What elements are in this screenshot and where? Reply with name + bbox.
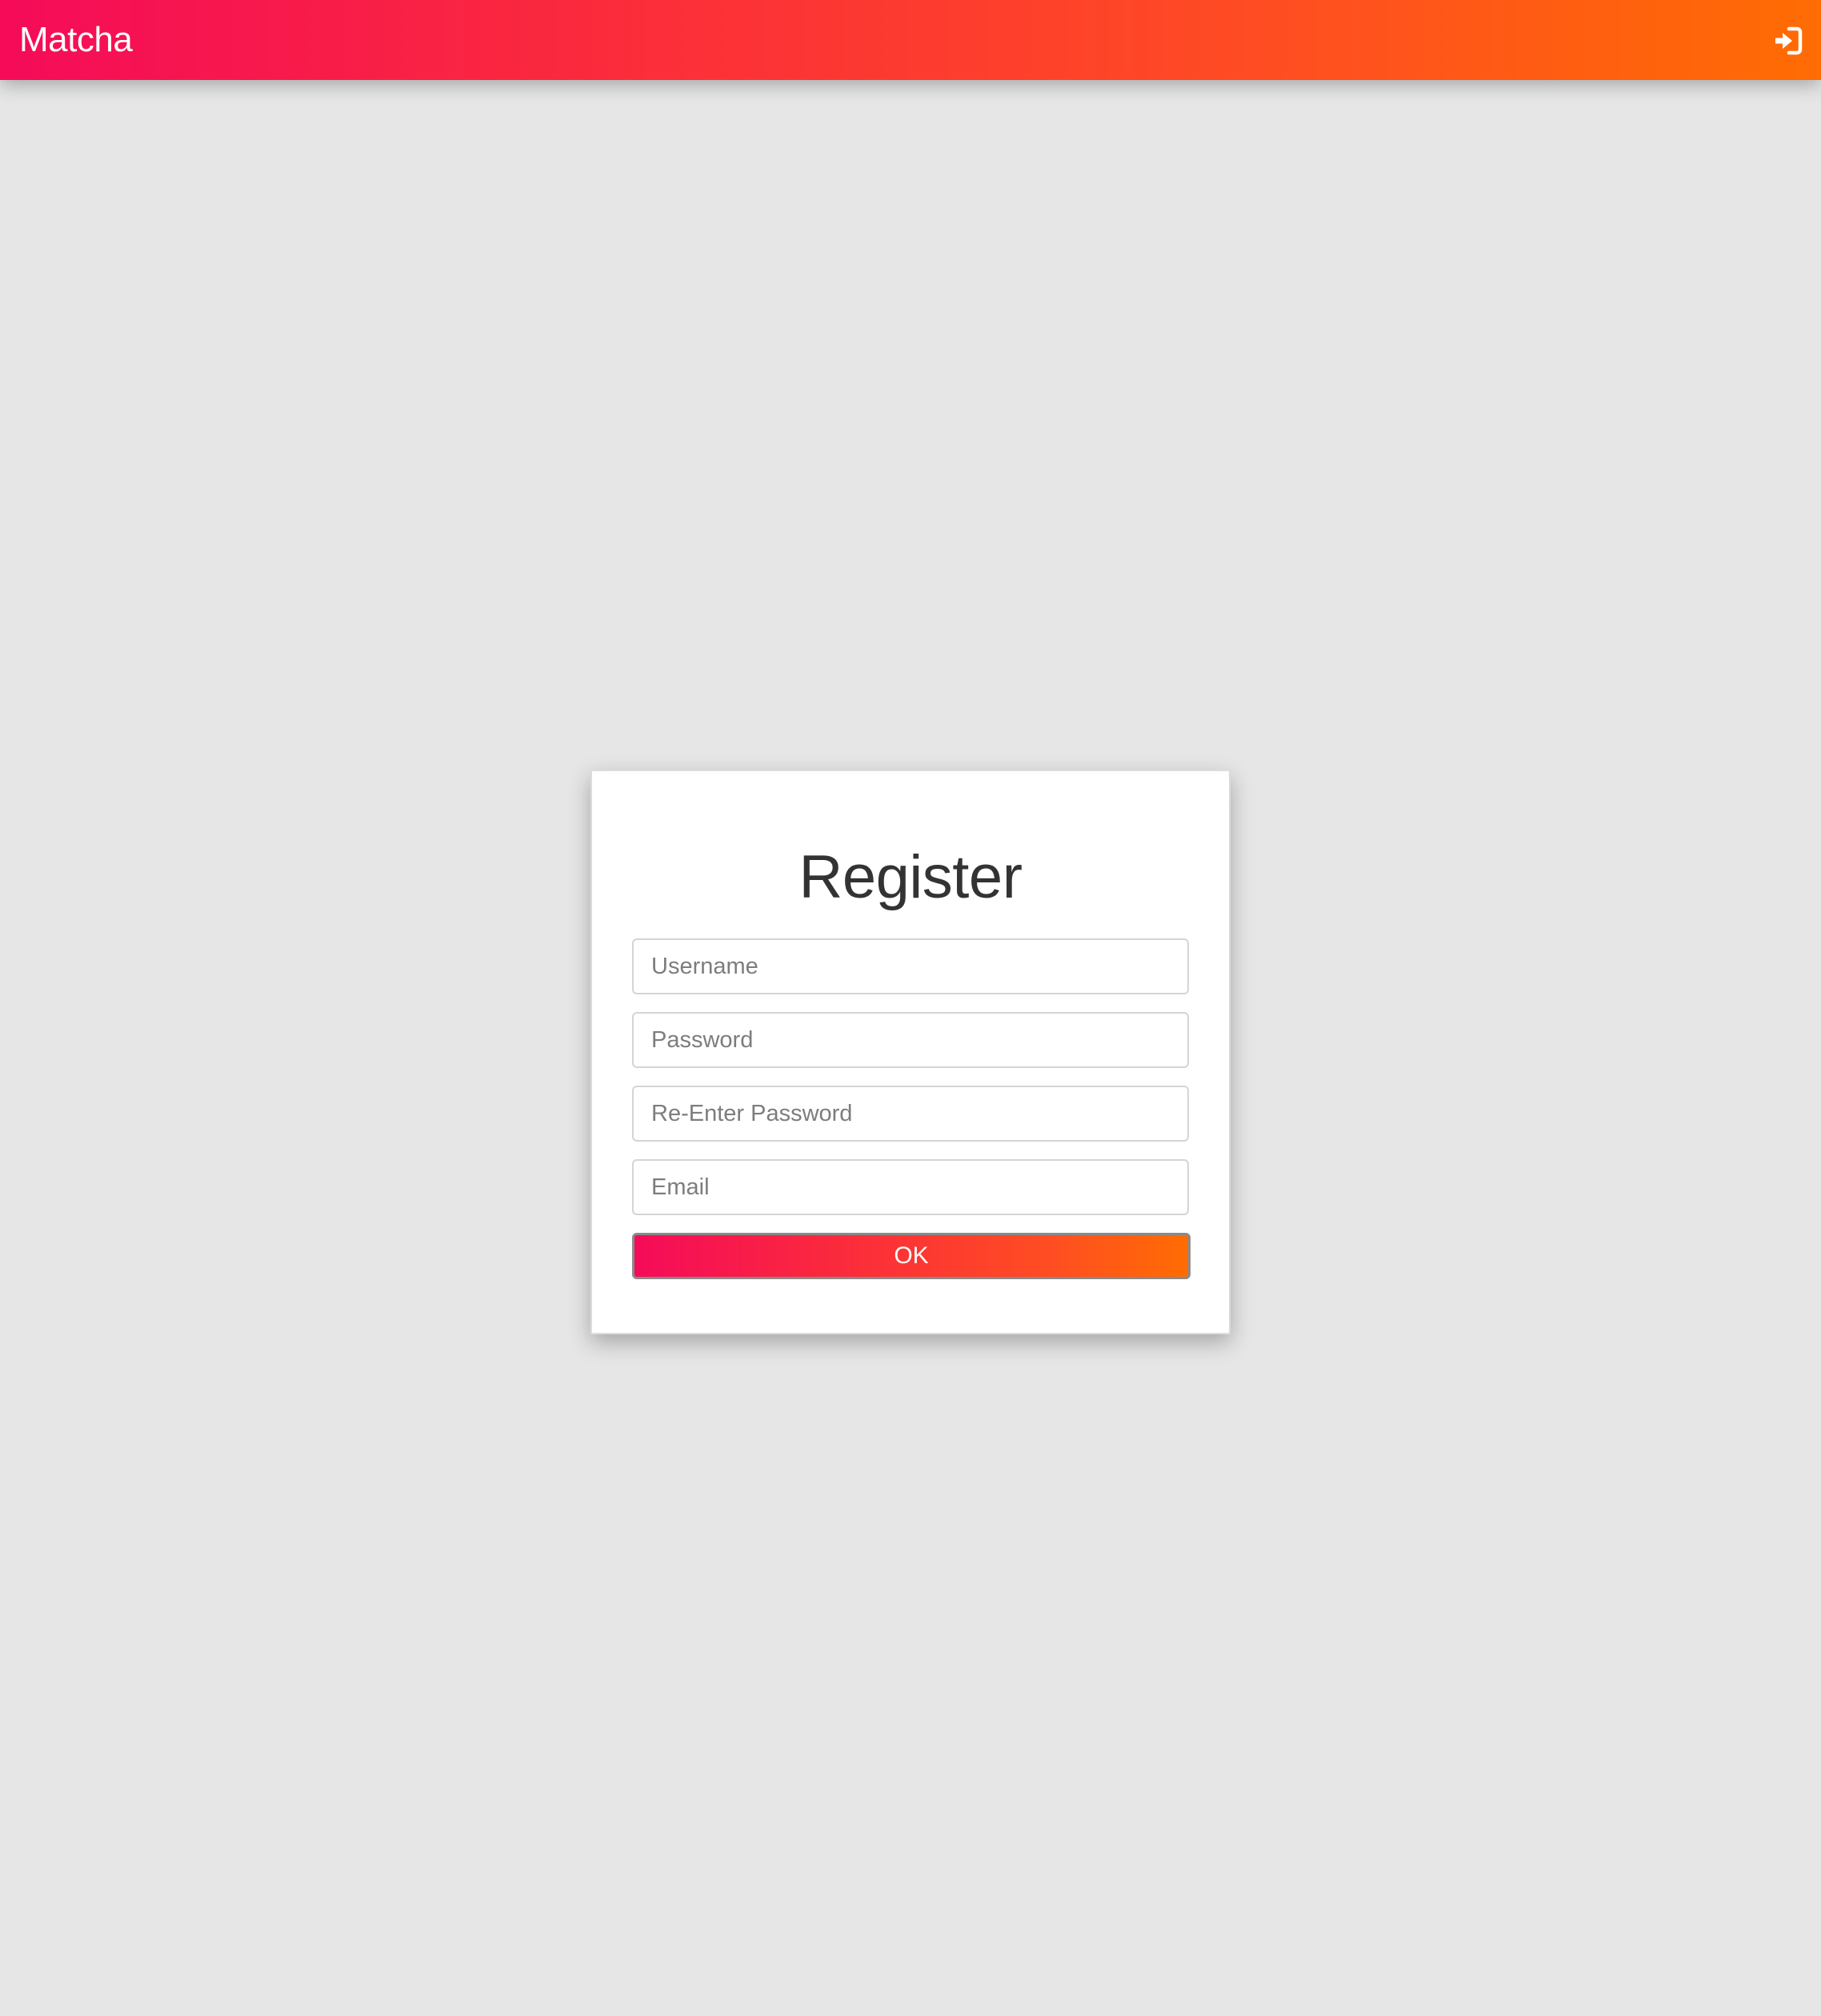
email-input[interactable]: [632, 1159, 1189, 1215]
ok-submit-button[interactable]: OK: [632, 1233, 1191, 1279]
sign-in-icon[interactable]: [1773, 26, 1803, 56]
top-navbar: Matcha: [0, 0, 1821, 80]
register-card: Register OK: [590, 770, 1231, 1334]
confirm-password-input[interactable]: [632, 1086, 1189, 1142]
brand-logo-link[interactable]: Matcha: [19, 16, 133, 64]
username-input[interactable]: [632, 938, 1189, 994]
register-title: Register: [798, 843, 1023, 911]
password-input[interactable]: [632, 1012, 1189, 1068]
